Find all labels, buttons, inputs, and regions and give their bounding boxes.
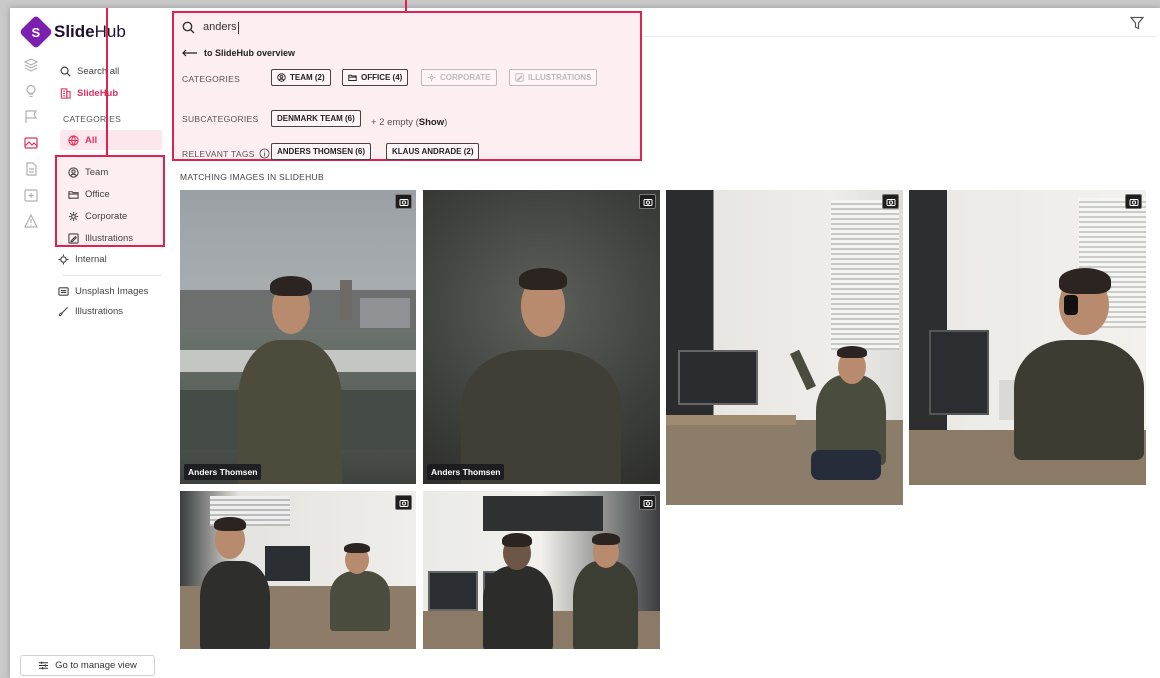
sidebar-item-internal[interactable]: Internal — [58, 254, 107, 265]
sidebar-item-team[interactable]: Team — [68, 167, 108, 178]
camera-icon — [639, 495, 656, 510]
tag-klaus-andrade[interactable]: KLAUS ANDRADE (2) — [386, 143, 480, 160]
relevant-tags-label: RELEVANT TAGS — [182, 148, 270, 159]
folder-icon — [68, 191, 79, 199]
flag-icon[interactable] — [24, 110, 38, 124]
search-panel: anders to SlideHub overview CATEGORIES T… — [172, 11, 642, 161]
gear-icon — [68, 211, 79, 222]
sidebar-search-all[interactable]: Search all — [60, 66, 119, 77]
user-circle-icon — [277, 73, 286, 82]
subcategories-label: SUBCATEGORIES — [182, 114, 259, 124]
image-card[interactable] — [423, 491, 660, 649]
sliders-icon — [38, 661, 49, 670]
chip-illustrations: ILLUSTRATIONS — [509, 69, 598, 86]
image-card[interactable] — [180, 491, 416, 649]
image-caption: Anders Thomsen — [427, 464, 505, 480]
icon-rail — [10, 8, 50, 678]
back-to-overview-link[interactable]: to SlideHub overview — [182, 48, 295, 58]
callout-line — [106, 8, 108, 156]
show-empty-link[interactable]: Show — [419, 117, 444, 128]
chip-denmark-team[interactable]: DENMARK TEAM (6) — [271, 110, 361, 127]
image-card[interactable] — [666, 190, 903, 505]
manage-view-button[interactable]: Go to manage view — [20, 655, 155, 676]
brush-icon — [58, 306, 69, 317]
lightbulb-icon[interactable] — [24, 84, 38, 98]
sidebar-item-unsplash[interactable]: Unsplash Images — [58, 286, 148, 297]
sidebar-item-illustrations-2[interactable]: Illustrations — [58, 306, 123, 317]
chip-office[interactable]: OFFICE (4) — [342, 69, 409, 86]
tag-anders-thomsen[interactable]: ANDERS THOMSEN (6) — [271, 143, 372, 160]
gear-icon — [427, 73, 436, 82]
globe-icon — [68, 135, 79, 146]
app-window: S SlideHub Search all SlideHub CATEGORIE… — [10, 0, 1160, 678]
image-icon[interactable] — [24, 136, 38, 150]
search-icon — [182, 21, 195, 34]
edit-icon — [515, 73, 524, 82]
camera-icon — [882, 194, 899, 209]
sidebar-slidehub[interactable]: SlideHub — [60, 88, 118, 99]
cog-icon — [58, 254, 69, 265]
camera-icon — [395, 194, 412, 209]
sidebar: Search all SlideHub CATEGORIES All Team … — [50, 8, 170, 678]
search-value: anders — [203, 21, 237, 34]
sidebar-item-corporate[interactable]: Corporate — [68, 211, 127, 222]
camera-icon — [395, 495, 412, 510]
sidebar-divider — [62, 275, 162, 276]
building-icon — [60, 88, 71, 99]
search-icon — [60, 66, 71, 77]
empty-subcategories-note: + 2 empty (Show) — [371, 117, 448, 128]
camera-icon — [1125, 194, 1142, 209]
sidebar-item-illustrations[interactable]: Illustrations — [68, 233, 133, 244]
search-input[interactable]: anders — [182, 21, 239, 34]
warning-icon[interactable] — [24, 214, 38, 228]
chip-corporate: CORPORATE — [421, 69, 497, 86]
arrow-left-icon — [182, 49, 197, 57]
categories-label: CATEGORIES — [182, 74, 241, 84]
document-icon[interactable] — [24, 162, 38, 176]
sidebar-item-all[interactable]: All — [68, 135, 97, 146]
image-caption: Anders Thomsen — [184, 464, 262, 480]
user-circle-icon — [68, 167, 79, 178]
image-card[interactable]: Anders Thomsen — [423, 190, 660, 484]
add-folder-icon[interactable] — [24, 188, 38, 202]
info-icon[interactable] — [259, 148, 270, 159]
chip-team[interactable]: TEAM (2) — [271, 69, 331, 86]
sidebar-item-office[interactable]: Office — [68, 189, 110, 200]
filter-icon[interactable] — [1129, 16, 1145, 30]
results-section-title: MATCHING IMAGES IN SLIDEHUB — [180, 172, 324, 182]
folder-icon — [348, 74, 357, 81]
layers-icon[interactable] — [24, 58, 38, 72]
photos-icon — [58, 287, 69, 296]
image-card[interactable] — [909, 190, 1146, 485]
image-card[interactable]: Anders Thomsen — [180, 190, 416, 484]
edit-icon — [68, 233, 79, 244]
camera-icon — [639, 194, 656, 209]
sidebar-categories-heading: CATEGORIES — [63, 114, 122, 124]
